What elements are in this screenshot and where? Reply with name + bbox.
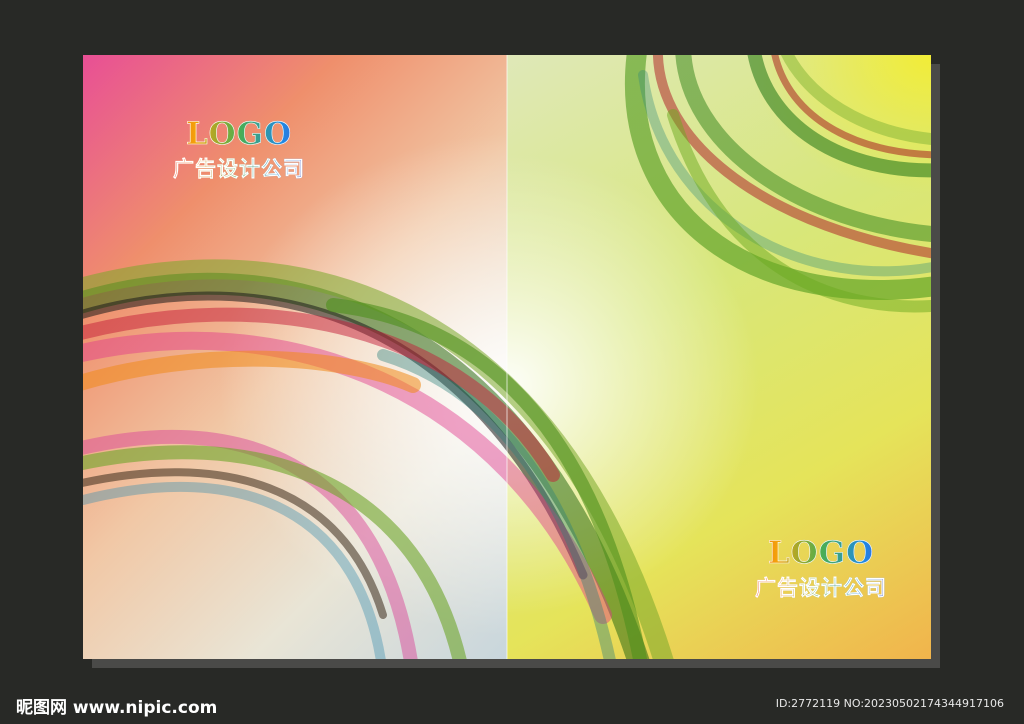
- logo-text: LOGO: [151, 118, 327, 150]
- brochure-cover: LOGO 广告设计公司 LOGO 广告设计公司: [83, 55, 931, 659]
- company-name: 广告设计公司: [733, 577, 909, 599]
- site-watermark: 昵图网 www.nipic.com: [16, 698, 218, 718]
- ribbon-inner-blue: [83, 481, 386, 659]
- logo-text: LOGO: [733, 537, 909, 569]
- company-name: 广告设计公司: [151, 158, 327, 180]
- ribbon-pink: [83, 331, 612, 624]
- brand-back-cover: LOGO 广告设计公司: [151, 118, 327, 180]
- image-id-watermark: ID:2772119 NO:20230502174344917106: [775, 697, 1004, 710]
- spine-fold: [506, 55, 508, 659]
- brand-front-cover: LOGO 广告设计公司: [733, 537, 909, 599]
- ribbon-inner-pink: [83, 429, 418, 659]
